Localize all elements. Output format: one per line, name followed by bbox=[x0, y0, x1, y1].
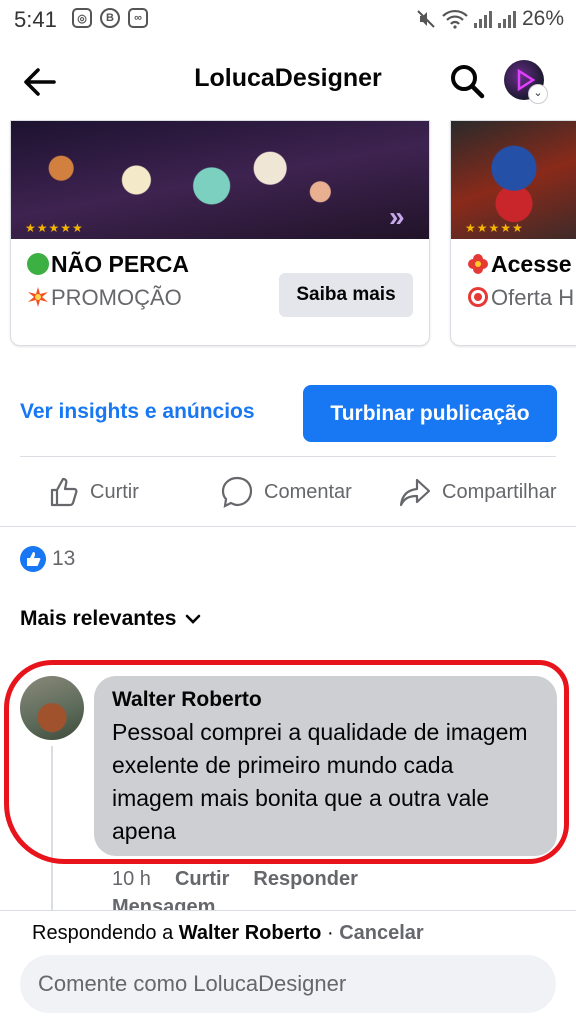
comment-message-link[interactable]: Mensagem bbox=[112, 896, 215, 910]
rating-stars-2: ★★★★★ bbox=[465, 221, 524, 235]
rating-stars: ★★★★★ bbox=[25, 221, 84, 235]
chevron-down-icon bbox=[186, 614, 201, 624]
card-headline: NÃO PERCA bbox=[27, 251, 189, 278]
view-insights-link[interactable]: Ver insights e anúncios bbox=[20, 400, 255, 424]
comment-like-link[interactable]: Curtir bbox=[175, 868, 229, 891]
card-subline: PROMOÇÃO bbox=[27, 285, 182, 311]
double-chevron-icon: » bbox=[389, 201, 405, 232]
card-subline-2: Oferta H bbox=[467, 285, 574, 311]
share-button[interactable]: Compartilhar bbox=[398, 470, 556, 514]
comment-label: Comentar bbox=[264, 480, 352, 503]
like-label: Curtir bbox=[90, 480, 139, 503]
comment-bubble-icon bbox=[221, 476, 253, 508]
replying-to-bar: Respondendo a Walter Roberto · Cancelar bbox=[32, 922, 424, 944]
divider bbox=[0, 526, 576, 527]
flower-icon bbox=[468, 254, 488, 274]
profile-avatar[interactable]: ⌄ bbox=[504, 60, 548, 104]
green-circle-icon bbox=[27, 253, 49, 275]
learn-more-button[interactable]: Saiba mais bbox=[279, 273, 413, 317]
ad-card-2[interactable]: ★★★★★ Acesse Oferta H bbox=[450, 120, 576, 346]
boost-post-button[interactable]: Turbinar publicação bbox=[303, 385, 557, 442]
share-label: Compartilhar bbox=[442, 480, 557, 503]
signal-icon-2 bbox=[497, 10, 516, 28]
status-time: 5:41 bbox=[14, 7, 57, 32]
signal-icon bbox=[473, 10, 492, 28]
comment-sort-dropdown[interactable]: Mais relevantes bbox=[20, 607, 202, 631]
collision-icon bbox=[28, 287, 48, 307]
comment-meta: 10 h Curtir Responder bbox=[112, 868, 358, 891]
divider bbox=[20, 456, 556, 457]
like-reaction-icon[interactable] bbox=[20, 546, 46, 572]
ad-card[interactable]: ★★★★★ » NÃO PERCA PROMOÇÃO Saiba mais bbox=[10, 120, 430, 346]
target-icon bbox=[468, 287, 488, 307]
like-button[interactable]: Curtir bbox=[48, 470, 139, 514]
comment-button[interactable]: Comentar bbox=[220, 470, 352, 514]
voicemail-icon: ∞ bbox=[128, 8, 148, 28]
thumbs-up-icon bbox=[27, 552, 41, 566]
notification-icons: ◎ B ∞ bbox=[72, 8, 148, 28]
status-right: 26% bbox=[416, 7, 564, 31]
card-headline-2: Acesse bbox=[467, 251, 572, 278]
red-highlight-annotation bbox=[4, 660, 569, 864]
page-title: LolucaDesigner bbox=[194, 64, 382, 92]
comment-input[interactable] bbox=[20, 955, 556, 1013]
share-arrow-icon bbox=[399, 478, 431, 507]
sort-label: Mais relevantes bbox=[20, 607, 177, 630]
chevron-down-icon: ⌄ bbox=[528, 84, 548, 104]
search-icon bbox=[451, 65, 485, 99]
status-bar: 5:41 ◎ B ∞ 26% bbox=[0, 0, 576, 40]
app-header: LolucaDesigner ⌄ bbox=[0, 40, 576, 122]
battery-level: 26% bbox=[521, 7, 564, 30]
comment-reply-link[interactable]: Responder bbox=[253, 868, 357, 891]
business-icon: B bbox=[100, 8, 120, 28]
search-button[interactable] bbox=[448, 62, 486, 100]
comment-time: 10 h bbox=[112, 868, 151, 890]
instagram-icon: ◎ bbox=[72, 8, 92, 28]
reply-composer: Respondendo a Walter Roberto · Cancelar bbox=[0, 910, 576, 1025]
thumbs-up-icon bbox=[50, 477, 78, 507]
replying-to-name: Walter Roberto bbox=[178, 922, 322, 944]
reaction-count[interactable]: 13 bbox=[52, 547, 75, 571]
wifi-icon bbox=[442, 9, 468, 29]
cancel-reply-link[interactable]: Cancelar bbox=[339, 922, 424, 944]
mute-icon bbox=[417, 10, 435, 28]
